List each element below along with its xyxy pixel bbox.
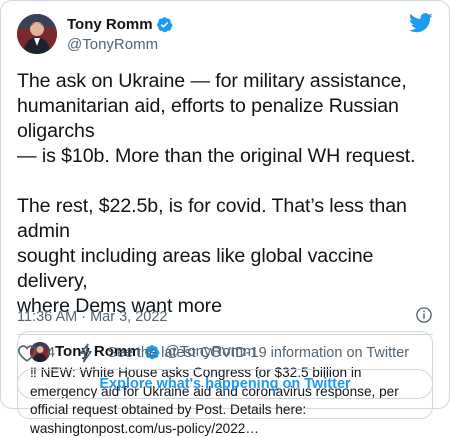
heart-icon[interactable]: [17, 344, 37, 362]
verified-badge-icon: [156, 16, 173, 33]
info-icon[interactable]: [415, 306, 433, 328]
author-handle[interactable]: @TonyRomm: [67, 35, 173, 54]
tweet-header: Tony Romm @TonyRomm: [17, 13, 433, 55]
tweet-text: The ask on Ukraine — for military assist…: [17, 70, 416, 317]
timestamp[interactable]: 11:36 AM · Mar 3, 2022: [17, 309, 167, 325]
covid-info-link[interactable]: See the latest COVID-19 information on T…: [107, 345, 409, 361]
like-count: 4: [47, 345, 56, 361]
tweet-meta: 11:36 AM · Mar 3, 2022: [17, 306, 433, 328]
explore-button[interactable]: Explore what's happening on Twitter: [17, 369, 433, 399]
avatar[interactable]: [17, 14, 57, 54]
author-name-row[interactable]: Tony Romm: [67, 15, 173, 35]
divider: [17, 334, 433, 335]
author-names: Tony Romm @TonyRomm: [67, 15, 173, 54]
share-icon[interactable]: [77, 343, 95, 363]
author-name[interactable]: Tony Romm: [67, 15, 153, 35]
tweet-actions: 4 See the latest COVID-19 information on…: [17, 342, 433, 364]
twitter-logo-icon[interactable]: [409, 13, 433, 38]
tweet-card: Tony Romm @TonyRomm The ask on Ukraine —…: [0, 0, 450, 436]
